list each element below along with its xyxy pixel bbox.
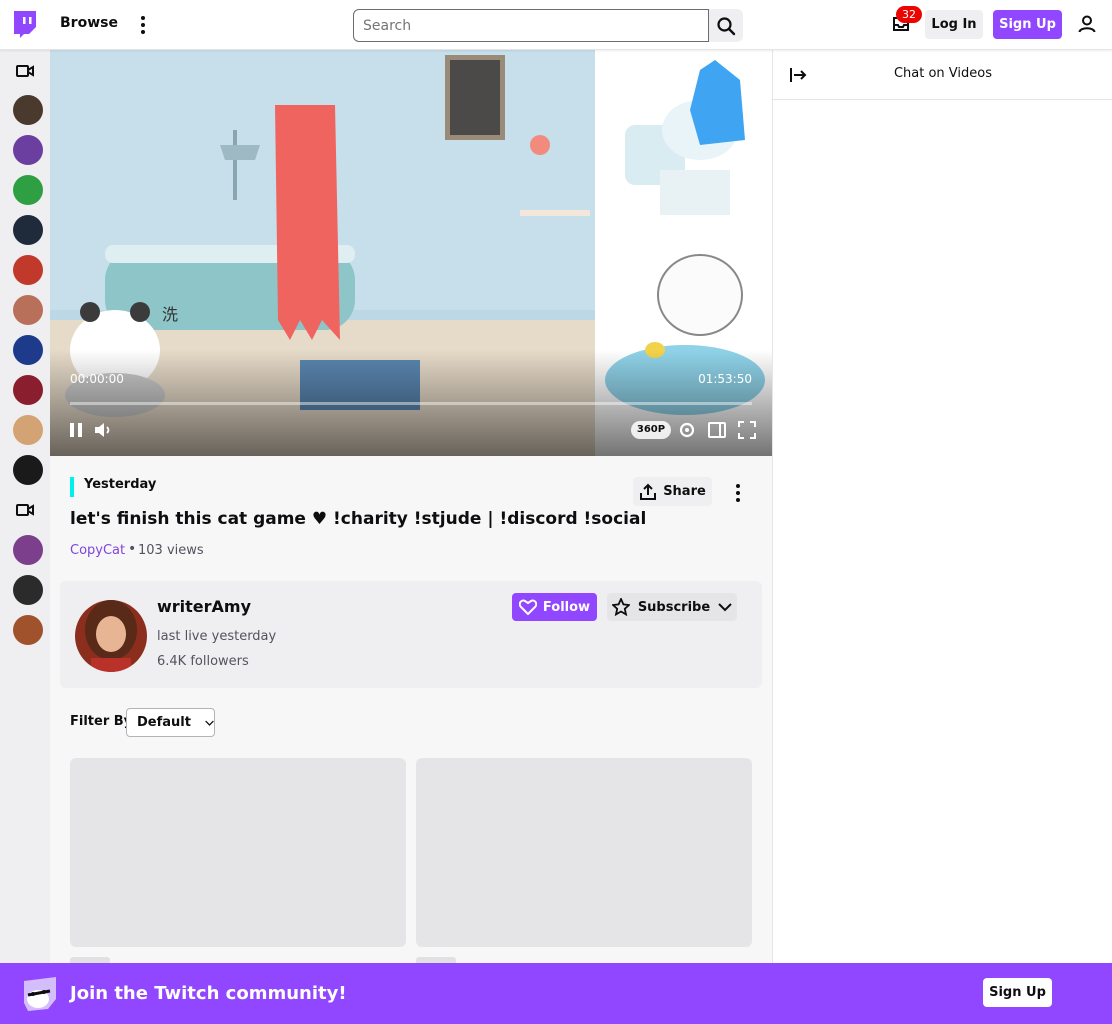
channel-name[interactable]: writerAmy [157,597,251,616]
chat-panel: Chat on Videos [772,50,1112,1024]
share-button[interactable]: Share [633,477,712,506]
channel-avatar[interactable] [75,600,147,672]
twitch-logo-icon[interactable] [12,11,38,39]
search-icon [717,16,736,35]
sidebar-channel-avatar[interactable] [13,295,43,325]
sidebar-channel-avatar[interactable] [13,175,43,205]
star-icon [611,598,630,616]
login-button[interactable]: Log In [925,10,983,39]
browse-link[interactable]: Browse [60,15,118,31]
sidebar-channel-avatar[interactable] [13,375,43,405]
chevron-down-icon [205,720,214,726]
channel-avatar-image [75,600,147,672]
video-card-placeholder [416,758,752,947]
video-title: let's finish this cat game ♥ !charity !s… [70,509,647,529]
subscribe-button[interactable]: Subscribe [607,593,737,621]
more-options-icon[interactable] [133,12,153,38]
filter-selected-value: Default [137,715,191,730]
search-box [353,9,709,42]
search-input[interactable] [354,10,708,41]
top-nav: Browse 32 Log In Sign Up [0,0,1112,50]
seek-bar[interactable] [70,402,752,405]
total-duration: 01:53:50 [698,372,752,386]
video-date: Yesterday [84,477,157,492]
sidebar-channel-avatar[interactable] [13,255,43,285]
settings-gear-icon[interactable] [678,421,696,439]
sidebar-channel-avatar[interactable] [13,455,43,485]
filter-label: Filter By [70,714,133,729]
follow-label: Follow [542,599,591,615]
pause-icon[interactable] [68,422,84,438]
banner-signup-button[interactable]: Sign Up [983,978,1052,1007]
more-options-icon[interactable] [733,482,743,504]
video-card-placeholder [70,758,406,947]
follower-count: 6.4K followers [157,654,249,669]
video-player[interactable]: 洗 00:00:00 01:53:50 360P [50,50,772,456]
banner-text: Join the Twitch community! [70,983,347,1004]
user-icon[interactable] [1077,14,1097,34]
filter-dropdown[interactable]: Default [126,708,215,737]
fullscreen-icon[interactable] [738,421,756,439]
heart-icon [518,599,537,615]
last-live: last live yesterday [157,629,277,644]
sidebar-channel-avatar[interactable] [13,95,43,125]
chat-title: Chat on Videos [893,66,993,81]
svg-text:洗: 洗 [162,305,178,324]
share-icon [640,483,657,500]
left-sidebar [0,50,50,1024]
chevron-down-icon [718,603,732,612]
follow-button[interactable]: Follow [512,593,597,621]
glitch-mascot-icon [24,977,56,1011]
sidebar-channel-avatar[interactable] [13,615,43,645]
chat-header: Chat on Videos [773,50,1112,100]
quality-badge[interactable]: 360P [631,421,671,439]
video-camera-icon [16,504,34,516]
sidebar-channel-avatar[interactable] [13,575,43,605]
date-accent-bar [70,477,74,497]
sidebar-channel-avatar[interactable] [13,535,43,565]
sidebar-channel-avatar[interactable] [13,135,43,165]
theatre-mode-icon[interactable] [708,422,726,438]
view-count: 103 views [138,543,204,558]
join-banner: Join the Twitch community! Sign Up [0,963,1112,1024]
channel-card: writerAmy last live yesterday 6.4K follo… [60,581,762,688]
meta-separator: • [128,541,137,557]
sidebar-channel-avatar[interactable] [13,215,43,245]
search-button[interactable] [709,9,743,42]
current-time: 00:00:00 [70,372,124,386]
video-camera-icon [16,65,34,77]
sidebar-channel-avatar[interactable] [13,415,43,445]
inbox-count-badge: 32 [896,6,922,23]
signup-button[interactable]: Sign Up [993,10,1062,39]
sidebar-channel-avatar[interactable] [13,335,43,365]
volume-icon[interactable] [94,422,112,438]
subscribe-label: Subscribe [637,599,711,615]
share-label: Share [663,484,706,499]
category-link[interactable]: CopyCat [70,543,125,558]
